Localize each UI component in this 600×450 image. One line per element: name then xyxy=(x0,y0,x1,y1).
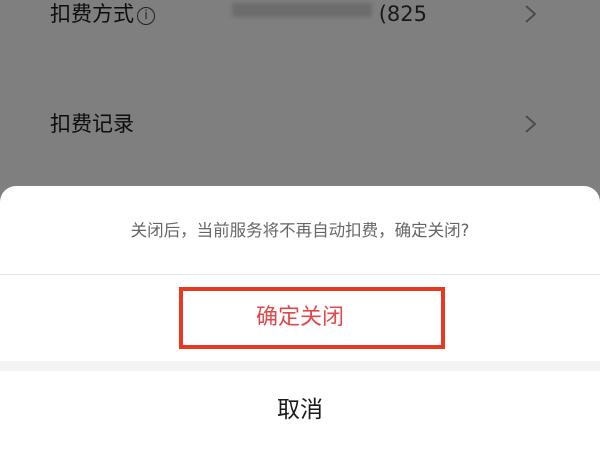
cancel-button[interactable]: 取消 xyxy=(0,371,600,450)
section-gap xyxy=(0,361,600,371)
confirm-close-button[interactable]: 确定关闭 xyxy=(0,275,600,361)
dialog-message: 关闭后，当前服务将不再自动扣费，确定关闭? xyxy=(130,221,470,240)
confirm-close-sheet: 关闭后，当前服务将不再自动扣费，确定关闭? 确定关闭 取消 xyxy=(0,186,600,450)
